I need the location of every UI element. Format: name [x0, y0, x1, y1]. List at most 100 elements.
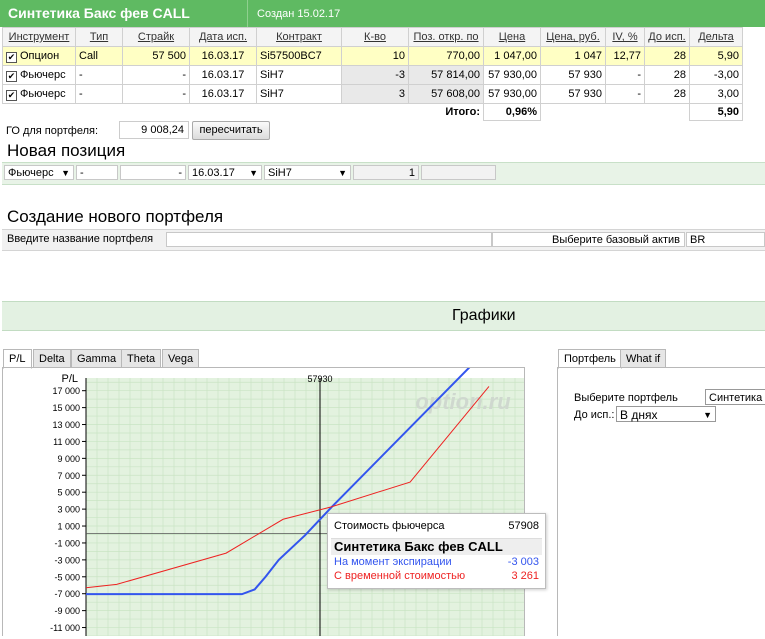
qty-field[interactable]: 1 [353, 165, 419, 180]
contract-select-value: SiH7 [268, 167, 292, 179]
tooltip-title: Синтетика Бакс фев CALL [334, 539, 503, 554]
created-date: Создан 15.02.17 [257, 8, 341, 20]
col-price-rub[interactable]: Цена, руб. [540, 27, 606, 47]
delta-cell: -3,00 [689, 65, 743, 85]
col-delta[interactable]: Дельта [689, 27, 743, 47]
chevron-down-icon: ▼ [61, 168, 70, 178]
base-asset-label: Выберите базовый актив [492, 232, 685, 247]
current-price-label: 57930 [307, 374, 332, 384]
tooltip-expiry-label: На момент экспирации [334, 556, 452, 568]
qty-cell[interactable]: 10 [341, 46, 409, 66]
tooltip-price-value: 57908 [508, 520, 539, 532]
tab-pl[interactable]: P/L [3, 349, 32, 369]
days-cell: 28 [644, 65, 690, 85]
tab-gamma[interactable]: Gamma [71, 349, 123, 368]
portfolio-title: Синтетика Бакс фев CALL [8, 5, 190, 21]
y-tick-label: 7 000 [57, 471, 80, 481]
y-axis-label: P/L [61, 373, 78, 385]
contract-select[interactable]: SiH7 ▼ [264, 165, 351, 180]
price-rub-cell: 57 930 [540, 65, 606, 85]
portfolio-select[interactable]: Синтетика [705, 389, 765, 405]
total-delta: 5,90 [689, 103, 743, 121]
contract-cell: SiH7 [256, 65, 342, 85]
tab-theta[interactable]: Theta [121, 349, 162, 368]
price-rub-cell: 57 930 [540, 84, 606, 104]
y-tick-label: -7 000 [54, 589, 80, 599]
tab-delta[interactable]: Delta [33, 349, 71, 368]
select-portfolio-label: Выберите портфель [574, 392, 678, 404]
new-position-form: Фьючерс ▼ - - 16.03.17 ▼ SiH7 ▼ 1 [2, 162, 765, 185]
chart-panel: P/L 17 000 15 000 13 000 11 000 9 000 7 000 5 0… [2, 364, 525, 637]
type-field[interactable]: - [76, 165, 118, 180]
base-asset-select[interactable]: BR [686, 232, 765, 247]
instrument-cell[interactable]: ✔ Фьючерс [2, 84, 76, 104]
tooltip-price-row: Стоимость фьючерса 57908 [334, 520, 539, 532]
y-tick-label: -3 000 [54, 555, 80, 565]
tab-portfolio[interactable]: Портфель [558, 349, 622, 369]
title-bar: Синтетика Бакс фев CALL Создан 15.02.17 [0, 0, 765, 27]
tab-what-if[interactable]: What if [620, 349, 667, 368]
chevron-down-icon: ▼ [338, 168, 347, 178]
tab-vega[interactable]: Vega [162, 349, 200, 368]
instrument-text: Фьючерс [20, 68, 66, 81]
open-cell[interactable]: 57 608,00 [408, 84, 484, 104]
y-tick-label: 3 000 [57, 505, 80, 515]
open-price-field[interactable] [421, 165, 496, 180]
table-row[interactable]: ✔ Опцион Call 57 500 16.03.17 Si57500BC7 … [2, 46, 743, 66]
date-cell: 16.03.17 [189, 65, 257, 85]
type-cell: Call [75, 46, 123, 66]
col-days[interactable]: До исп. [644, 27, 690, 47]
instrument-text: Фьючерс [20, 87, 66, 100]
go-value-field[interactable]: 9 008,24 [119, 121, 189, 139]
table-row[interactable]: ✔ Фьючерс - - 16.03.17 SiH7 3 57 608,00 5… [2, 84, 743, 104]
days-cell: 28 [644, 46, 690, 66]
strike-cell: - [122, 65, 190, 85]
expiry-select[interactable]: В днях ▼ [616, 406, 716, 422]
recalculate-button[interactable]: пересчитать [192, 121, 270, 140]
col-strike[interactable]: Страйк [122, 27, 190, 47]
total-pct: 0,96% [483, 103, 541, 121]
open-cell[interactable]: 770,00 [408, 46, 484, 66]
iv-cell: - [605, 65, 645, 85]
portfolio-name-input[interactable] [166, 232, 492, 247]
iv-cell: - [605, 84, 645, 104]
chevron-down-icon: ▼ [249, 168, 258, 178]
col-instrument[interactable]: Инструмент [2, 27, 76, 47]
y-tick-label: 13 000 [52, 420, 80, 430]
y-tick-label: 15 000 [52, 403, 80, 413]
col-iv[interactable]: IV, % [605, 27, 645, 47]
instrument-cell[interactable]: ✔ Опцион [2, 46, 76, 66]
new-portfolio-form: Введите название портфеля Выберите базов… [2, 229, 765, 251]
strike-field[interactable]: - [120, 165, 186, 180]
row-checkbox[interactable]: ✔ [6, 70, 17, 82]
iv-cell: 12,77 [605, 46, 645, 66]
row-checkbox[interactable]: ✔ [6, 89, 17, 101]
contract-cell: SiH7 [256, 84, 342, 104]
tooltip-time-row: С временной стоимостью 3 261 [334, 570, 539, 582]
instrument-cell[interactable]: ✔ Фьючерс [2, 65, 76, 85]
col-date[interactable]: Дата исп. [189, 27, 257, 47]
y-tick-label: 1 000 [57, 522, 80, 532]
date-select[interactable]: 16.03.17 ▼ [188, 165, 262, 180]
tooltip-expiry-value: -3 003 [507, 556, 539, 568]
portfolio-name-label: Введите название портфеля [7, 233, 154, 245]
contract-cell: Si57500BC7 [256, 46, 342, 66]
open-cell[interactable]: 57 814,00 [408, 65, 484, 85]
instrument-select[interactable]: Фьючерс ▼ [4, 165, 74, 180]
delta-cell: 3,00 [689, 84, 743, 104]
price-cell: 57 930,00 [483, 84, 541, 104]
col-qty[interactable]: К-во [341, 27, 409, 47]
col-contract[interactable]: Контракт [256, 27, 342, 47]
new-portfolio-title: Создание нового портфеля [7, 207, 224, 226]
col-type[interactable]: Тип [75, 27, 123, 47]
row-checkbox[interactable]: ✔ [6, 51, 17, 63]
y-tick-label: 11 000 [53, 437, 80, 447]
table-row[interactable]: ✔ Фьючерс - - 16.03.17 SiH7 -3 57 814,00 … [2, 65, 743, 85]
qty-cell[interactable]: 3 [341, 84, 409, 104]
col-price[interactable]: Цена [483, 27, 541, 47]
qty-cell[interactable]: -3 [341, 65, 409, 85]
table-header-row: Инструмент Тип Страйк Дата исп. Контракт… [2, 27, 743, 47]
col-open[interactable]: Поз. откр. по [408, 27, 484, 47]
right-panel: Выберите портфель Синтетика До исп.: В д… [557, 367, 765, 636]
graphics-title: Графики [452, 307, 516, 324]
